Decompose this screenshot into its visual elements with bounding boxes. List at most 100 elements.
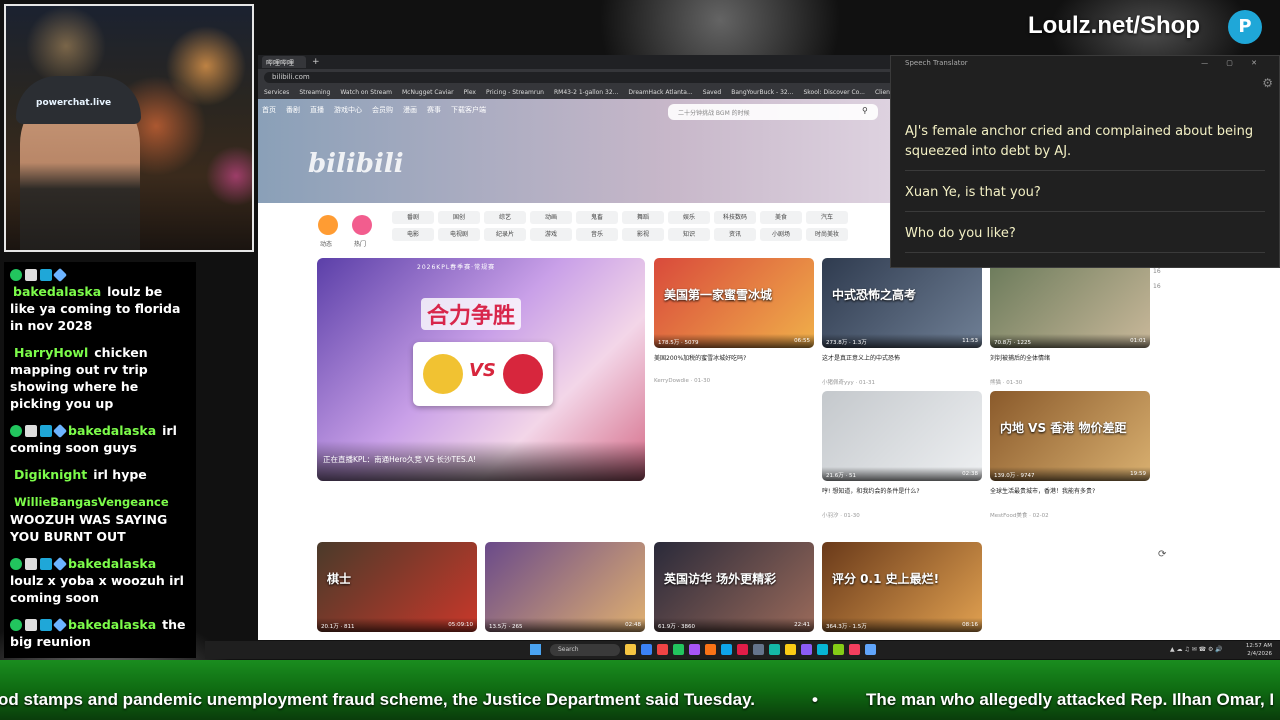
channel-item[interactable]: 小剧场 — [760, 228, 802, 241]
video-card[interactable]: 70.8万 · 1225 01:01 刘钊被捕后的全体情绪熊猫 · 01-30 — [990, 258, 1150, 386]
video-title[interactable] — [317, 638, 477, 640]
app-icon[interactable] — [849, 644, 860, 655]
video-thumbnail[interactable]: 70.8万 · 1225 01:01 — [990, 258, 1150, 348]
bookmark-item[interactable]: Pricing - Streamrun — [486, 89, 544, 96]
channel-item[interactable]: 舞蹈 — [622, 211, 664, 224]
app-icon[interactable] — [721, 644, 732, 655]
video-uploader[interactable]: KerryDowdie · 01-30 — [654, 378, 814, 384]
nav-item[interactable]: 番剧 — [286, 105, 300, 115]
side-tool[interactable]: 16 — [1153, 268, 1167, 280]
video-title[interactable]: 这才是真正意义上的中式恐怖 — [822, 354, 982, 372]
channel-item[interactable]: 番剧 — [392, 211, 434, 224]
bookmark-item[interactable]: Plex — [464, 89, 476, 96]
app-icon[interactable] — [641, 644, 652, 655]
nav-item[interactable]: 游戏中心 — [334, 105, 362, 115]
new-tab-button[interactable]: + — [312, 57, 320, 67]
nav-item[interactable]: 赛事 — [427, 105, 441, 115]
bookmark-item[interactable]: Saved — [703, 89, 722, 96]
video-thumbnail[interactable]: 21.6万 · 51 02:38 — [822, 391, 982, 481]
video-uploader[interactable]: 熊猫 · 01-30 — [990, 378, 1150, 386]
video-title[interactable]: 刘钊被捕后的全体情绪 — [990, 354, 1150, 372]
video-card[interactable]: 内地 VS 香港 物价差距 139.0万 · 9747 19:59 全球生活最贵城市，… — [990, 391, 1150, 519]
video-title[interactable] — [485, 638, 645, 640]
dynamic-icon[interactable] — [318, 215, 338, 235]
system-tray-icons[interactable]: ▲ ☁ ♫ ✉ ☎ ⚙ 🔊 — [1170, 646, 1223, 653]
video-card[interactable]: 英国访华 场外更精彩 61.9万 · 3860 22:41 — [654, 542, 814, 640]
channel-item[interactable]: 时尚美妆 — [806, 228, 848, 241]
app-icon[interactable] — [705, 644, 716, 655]
video-thumbnail[interactable]: 中式恐怖之高考 273.8万 · 1.3万 11:53 — [822, 258, 982, 348]
hot-icon[interactable] — [352, 215, 372, 235]
video-thumbnail[interactable]: 美国第一家蜜雪冰城 178.5万 · 5079 06:55 — [654, 258, 814, 348]
video-title[interactable]: 全球生活最贵城市，香港！我能有多贵? — [990, 487, 1150, 505]
app-icon[interactable] — [817, 644, 828, 655]
channel-item[interactable]: 动画 — [530, 211, 572, 224]
channel-item[interactable]: 电视剧 — [438, 228, 480, 241]
video-thumbnail[interactable]: 内地 VS 香港 物价差距 139.0万 · 9747 19:59 — [990, 391, 1150, 481]
channel-item[interactable]: 纪录片 — [484, 228, 526, 241]
bookmark-item[interactable]: RM43-2 1-gallon 32... — [554, 89, 618, 96]
app-icon[interactable] — [833, 644, 844, 655]
channel-item[interactable]: 资讯 — [714, 228, 756, 241]
app-icon[interactable] — [785, 644, 796, 655]
app-icon[interactable] — [801, 644, 812, 655]
bookmark-item[interactable]: DreamHack Atlanta... — [628, 89, 692, 96]
bookmark-item[interactable]: Skool: Discover Co... — [803, 89, 864, 96]
video-uploader[interactable]: 小猪佩奇yyy · 01-31 — [822, 378, 982, 386]
video-thumbnail[interactable]: 评分 0.1 史上最烂! 364.3万 · 1.5万 08:16 — [822, 542, 982, 632]
channel-item[interactable]: 音乐 — [576, 228, 618, 241]
search-input[interactable]: 二十分钟挑战 BGM 的时候 — [668, 104, 878, 120]
channel-item[interactable]: 游戏 — [530, 228, 572, 241]
window-controls[interactable]: — ▢ ✕ — [1201, 59, 1265, 67]
side-tool[interactable]: 16 — [1153, 283, 1167, 295]
app-icon[interactable] — [769, 644, 780, 655]
app-icon[interactable] — [753, 644, 764, 655]
app-icon[interactable] — [737, 644, 748, 655]
taskbar-search[interactable]: Search — [550, 644, 620, 656]
channel-item[interactable]: 汽车 — [806, 211, 848, 224]
browser-tab[interactable]: 哔哩哔哩 — [262, 56, 306, 68]
bilibili-logo[interactable]: bilibili — [308, 149, 404, 179]
gear-icon[interactable]: ⚙ — [1262, 76, 1273, 90]
bookmark-item[interactable]: McNugget Caviar — [402, 89, 454, 96]
refresh-icon[interactable]: ⟳ — [1158, 549, 1166, 560]
bookmark-item[interactable]: Streaming — [299, 89, 330, 96]
search-icon[interactable]: ⚲ — [862, 106, 868, 115]
app-icon[interactable] — [689, 644, 700, 655]
bookmark-item[interactable]: Services — [264, 89, 289, 96]
app-icon[interactable] — [865, 644, 876, 655]
taskbar-clock[interactable]: 12:57 AM 2/4/2026 — [1246, 642, 1272, 658]
nav-item[interactable]: 会员购 — [372, 105, 393, 115]
channel-item[interactable]: 鬼畜 — [576, 211, 618, 224]
video-card[interactable]: 21.6万 · 51 02:38 哼! 想知道，和我约会的条件是什么? 小羽汐 · 0… — [822, 391, 982, 519]
video-title[interactable]: 哼! 想知道，和我约会的条件是什么? — [822, 487, 982, 505]
app-icon[interactable] — [657, 644, 668, 655]
nav-item[interactable]: 下载客户端 — [451, 105, 486, 115]
app-icon[interactable] — [673, 644, 684, 655]
video-card[interactable]: 13.5万 · 265 02:48 — [485, 542, 645, 640]
channel-item[interactable]: 影视 — [622, 228, 664, 241]
bookmark-item[interactable]: Watch on Stream — [340, 89, 392, 96]
video-uploader[interactable]: 小羽汐 · 01-30 — [822, 511, 982, 519]
video-uploader[interactable]: MestFood美食 · 02-02 — [990, 511, 1150, 519]
featured-carousel[interactable]: 2026KPL春季赛·常规赛 合力争胜 VS 正在直播KPL：南通Hero久竞 … — [317, 258, 645, 481]
video-card[interactable]: 中式恐怖之高考 273.8万 · 1.3万 11:53 这才是真正意义上的中式恐怖小猪… — [822, 258, 982, 386]
carousel-caption[interactable]: 正在直播KPL：南通Hero久竞 VS 长沙TES.A! — [323, 454, 476, 465]
video-title[interactable]: 美国200%加税的蜜雪冰城好吃吗? — [654, 354, 814, 372]
channel-item[interactable]: 美食 — [760, 211, 802, 224]
channel-item[interactable]: 知识 — [668, 228, 710, 241]
video-title[interactable] — [654, 638, 814, 640]
video-thumbnail[interactable]: 英国访华 场外更精彩 61.9万 · 3860 22:41 — [654, 542, 814, 632]
video-card[interactable]: 美国第一家蜜雪冰城 178.5万 · 5079 06:55 美国200%加税的蜜雪冰城… — [654, 258, 814, 384]
video-card[interactable]: 棋士 20.1万 · 811 05:09:10 — [317, 542, 477, 640]
file-explorer-icon[interactable] — [625, 644, 636, 655]
channel-item[interactable]: 科技数码 — [714, 211, 756, 224]
video-card[interactable]: 评分 0.1 史上最烂! 364.3万 · 1.5万 08:16 — [822, 542, 982, 640]
nav-item[interactable]: 直播 — [310, 105, 324, 115]
video-thumbnail[interactable]: 棋士 20.1万 · 811 05:09:10 — [317, 542, 477, 632]
channel-item[interactable]: 电影 — [392, 228, 434, 241]
video-title[interactable] — [822, 638, 982, 640]
channel-item[interactable]: 国创 — [438, 211, 480, 224]
channel-item[interactable]: 娱乐 — [668, 211, 710, 224]
video-thumbnail[interactable]: 13.5万 · 265 02:48 — [485, 542, 645, 632]
